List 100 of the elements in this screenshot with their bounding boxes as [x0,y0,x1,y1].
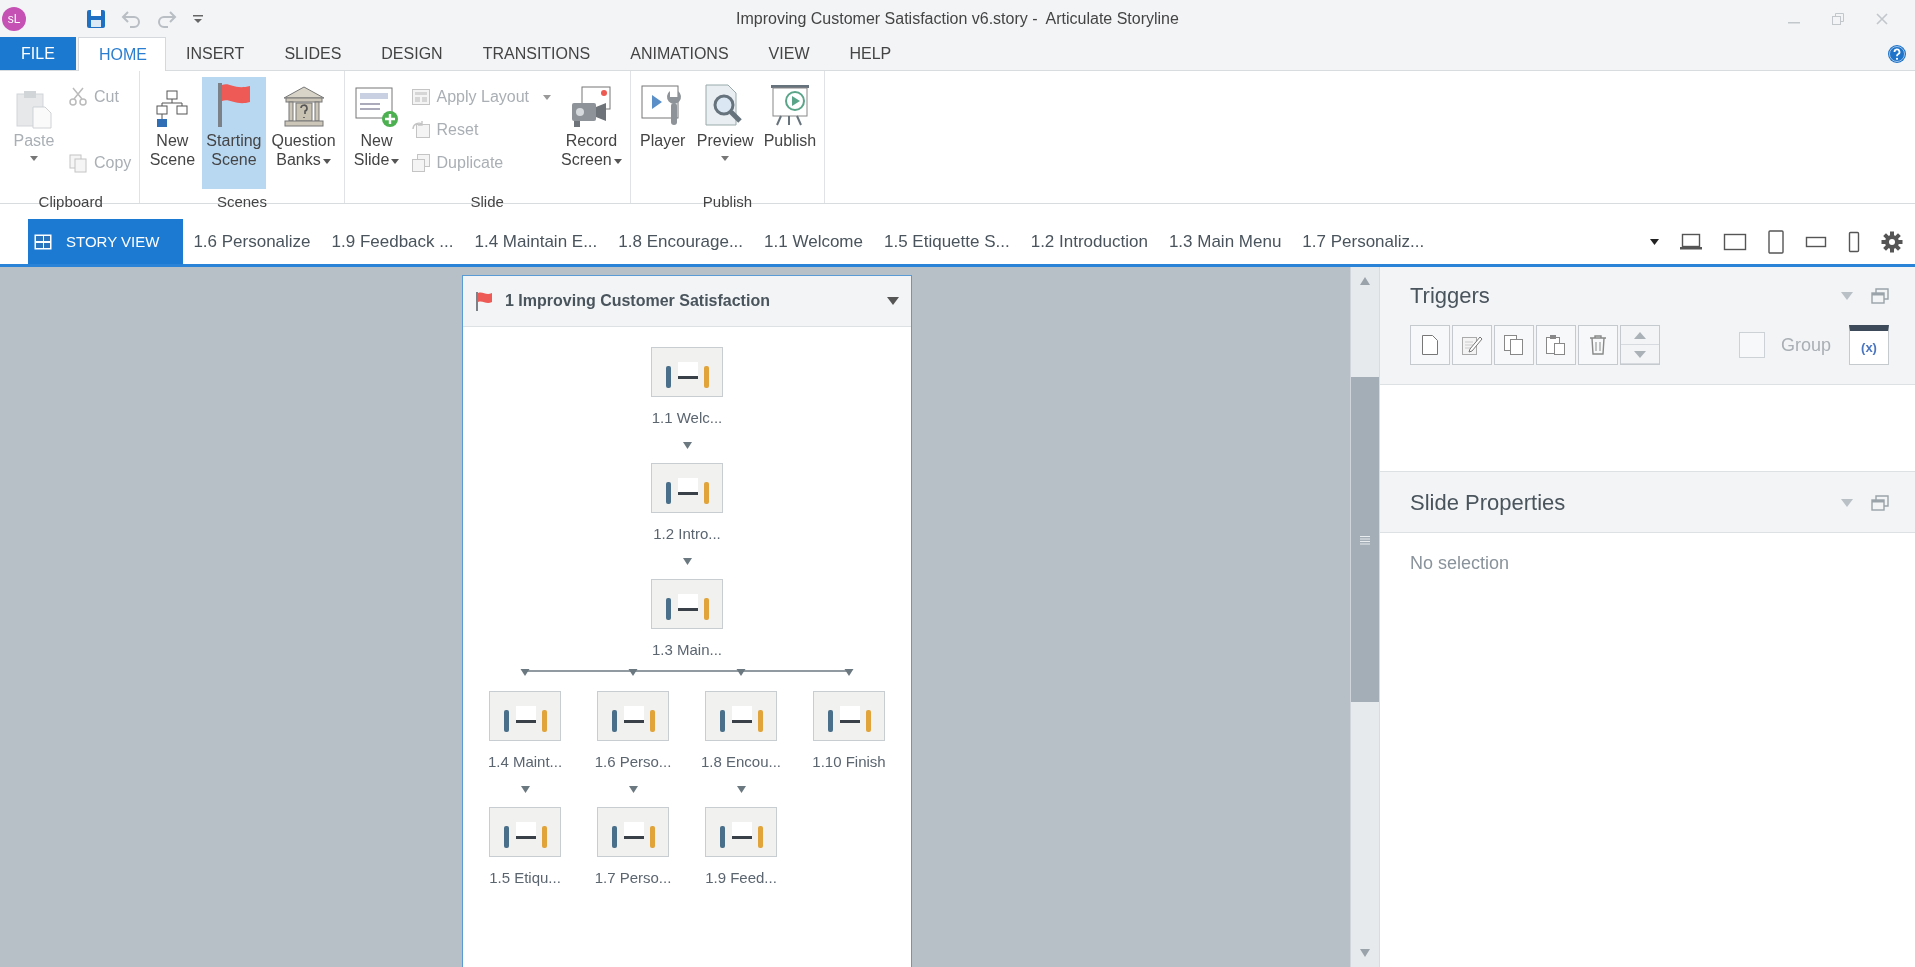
slide-label: 1.2 Intro... [653,525,721,544]
slide-label: 1.8 Encou... [700,753,782,772]
app-logo: sL [2,6,26,31]
slide-tab[interactable]: STORY VIEW [28,219,184,264]
phone-portrait-icon[interactable] [1847,230,1861,253]
slide-add-icon [353,85,400,129]
slide-thumbnail[interactable] [651,347,723,397]
slide-tab[interactable]: 1.1 Welcome [754,219,874,264]
slide-tab[interactable]: 1.4 Maintain E... [464,219,609,264]
ribbon-button[interactable]: Record Screen [557,77,626,189]
slide-thumbnail[interactable] [651,579,723,629]
ribbon-button[interactable]: Question Banks [267,77,340,189]
ribbon-button[interactable]: Publish [759,77,821,189]
paste-trigger-button[interactable] [1536,325,1576,365]
laptop-icon[interactable] [1679,232,1703,251]
tablet-portrait-icon[interactable] [1767,229,1785,254]
menu-tab[interactable]: VIEW [748,37,830,70]
menu-tab[interactable]: DESIGN [361,37,463,70]
customize-caret-icon[interactable] [192,12,204,25]
slide-label: 1.4 Maint... [487,753,563,772]
tablet-landscape-icon[interactable] [1723,232,1747,251]
scene-header[interactable]: 1 Improving Customer Satisfaction [463,276,911,327]
ribbon-button[interactable]: Preview [692,77,758,189]
empty-state-text: No selection [1410,553,1510,573]
duplicate-icon [410,153,431,173]
slide-label: 1.1 Welc... [651,409,723,428]
slide-thumbnail[interactable] [813,691,885,741]
menu-tab[interactable]: TRANSITIONS [462,37,611,70]
menu-tab[interactable]: HOME [78,37,166,71]
connector-arrow-icon [682,557,692,565]
scene-title: 1 Improving Customer Satisfaction [505,292,770,310]
grip-icon [1360,534,1370,545]
slide-thumbnail[interactable] [489,691,561,741]
ribbon-button[interactable]: Starting Scene [202,77,266,189]
ribbon-group-label: Scenes [216,192,267,212]
flag-icon [475,291,493,311]
scissors-icon [68,87,88,107]
page-icon [1421,334,1439,356]
slide-label: 1.7 Perso... [594,869,672,888]
menu-tab[interactable]: ANIMATIONS [610,37,749,70]
slide-tab[interactable]: 1.9 Feedback ... [321,219,465,264]
undock-icon[interactable] [1871,495,1889,511]
ribbon-group-label: Clipboard [38,192,103,212]
slide-tab[interactable]: 1.7 Personaliz... [1292,219,1436,264]
ribbon-button[interactable]: New Scene [144,77,201,189]
caret-icon[interactable] [887,297,899,305]
ribbon-button[interactable]: Player [634,77,691,189]
slide-thumbnail[interactable] [597,807,669,857]
menu-tab[interactable]: FILE [0,37,76,70]
slide-tab[interactable]: 1.5 Etiquette S... [874,219,1021,264]
slide-tab[interactable]: 1.8 Encourage... [608,219,755,264]
scrollbar[interactable] [1350,267,1379,967]
story-view-icon [34,233,52,250]
connector-arrow-icon [520,785,530,793]
variables-button[interactable]: (x) [1849,325,1889,365]
panel-title: Slide Properties [1410,490,1566,516]
layout-icon [410,87,431,107]
slide-tab[interactable]: 1.3 Main Menu [1158,219,1293,264]
caret-icon[interactable] [1650,238,1659,245]
reset-icon [410,120,431,140]
scrollbar-thumb[interactable] [1351,377,1379,702]
group-checkbox[interactable] [1738,332,1765,358]
menu-tab[interactable]: INSERT [166,37,265,70]
trash-icon [1588,334,1608,356]
new-trigger-button[interactable] [1410,325,1450,365]
clipboard-icon [15,89,53,129]
hierarchy-icon [154,89,191,129]
undock-icon[interactable] [1871,288,1889,304]
menu-tab[interactable]: SLIDES [264,37,362,70]
slide-label: 1.6 Perso... [594,753,672,772]
slide-tab[interactable]: 1.2 Introduction [1020,219,1159,264]
connector-arrow-icon [682,441,692,449]
down-arrow-icon [1634,350,1646,358]
slide-thumbnail[interactable] [705,691,777,741]
slide-label: 1.3 Main... [651,641,722,660]
connector-arrow-icon [736,785,746,793]
slide-thumbnail[interactable] [597,691,669,741]
up-arrow-icon [1634,331,1646,339]
settings-icon[interactable] [1881,230,1903,253]
edit-icon [1461,334,1483,356]
delete-trigger-button[interactable] [1578,325,1618,365]
slide-label: 1.10 Finish [812,753,886,772]
phone-landscape-icon[interactable] [1805,234,1827,249]
slide-label: 1.5 Etiqu... [489,869,561,888]
ribbon-button[interactable]: New Slide [348,77,405,189]
copy-trigger-button[interactable] [1494,325,1534,365]
slide-thumbnail[interactable] [489,807,561,857]
window-title: Improving Customer Satisfaction v6.story - Articulate Storyline [736,9,1179,28]
save-icon[interactable] [86,8,106,29]
help-icon[interactable] [1887,44,1907,64]
copy-icon [68,153,88,173]
ribbon-group-label: Slide [470,192,504,212]
slide-thumbnail[interactable] [651,463,723,513]
menu-tab[interactable]: HELP [829,37,912,70]
group-label: Group [1780,334,1831,356]
panel-title: Triggers [1410,283,1490,309]
slide-label: 1.9 Feed... [705,869,777,888]
slide-thumbnail[interactable] [705,807,777,857]
connector-arrow-icon [628,785,638,793]
slide-tab[interactable]: 1.6 Personalize [183,219,322,264]
